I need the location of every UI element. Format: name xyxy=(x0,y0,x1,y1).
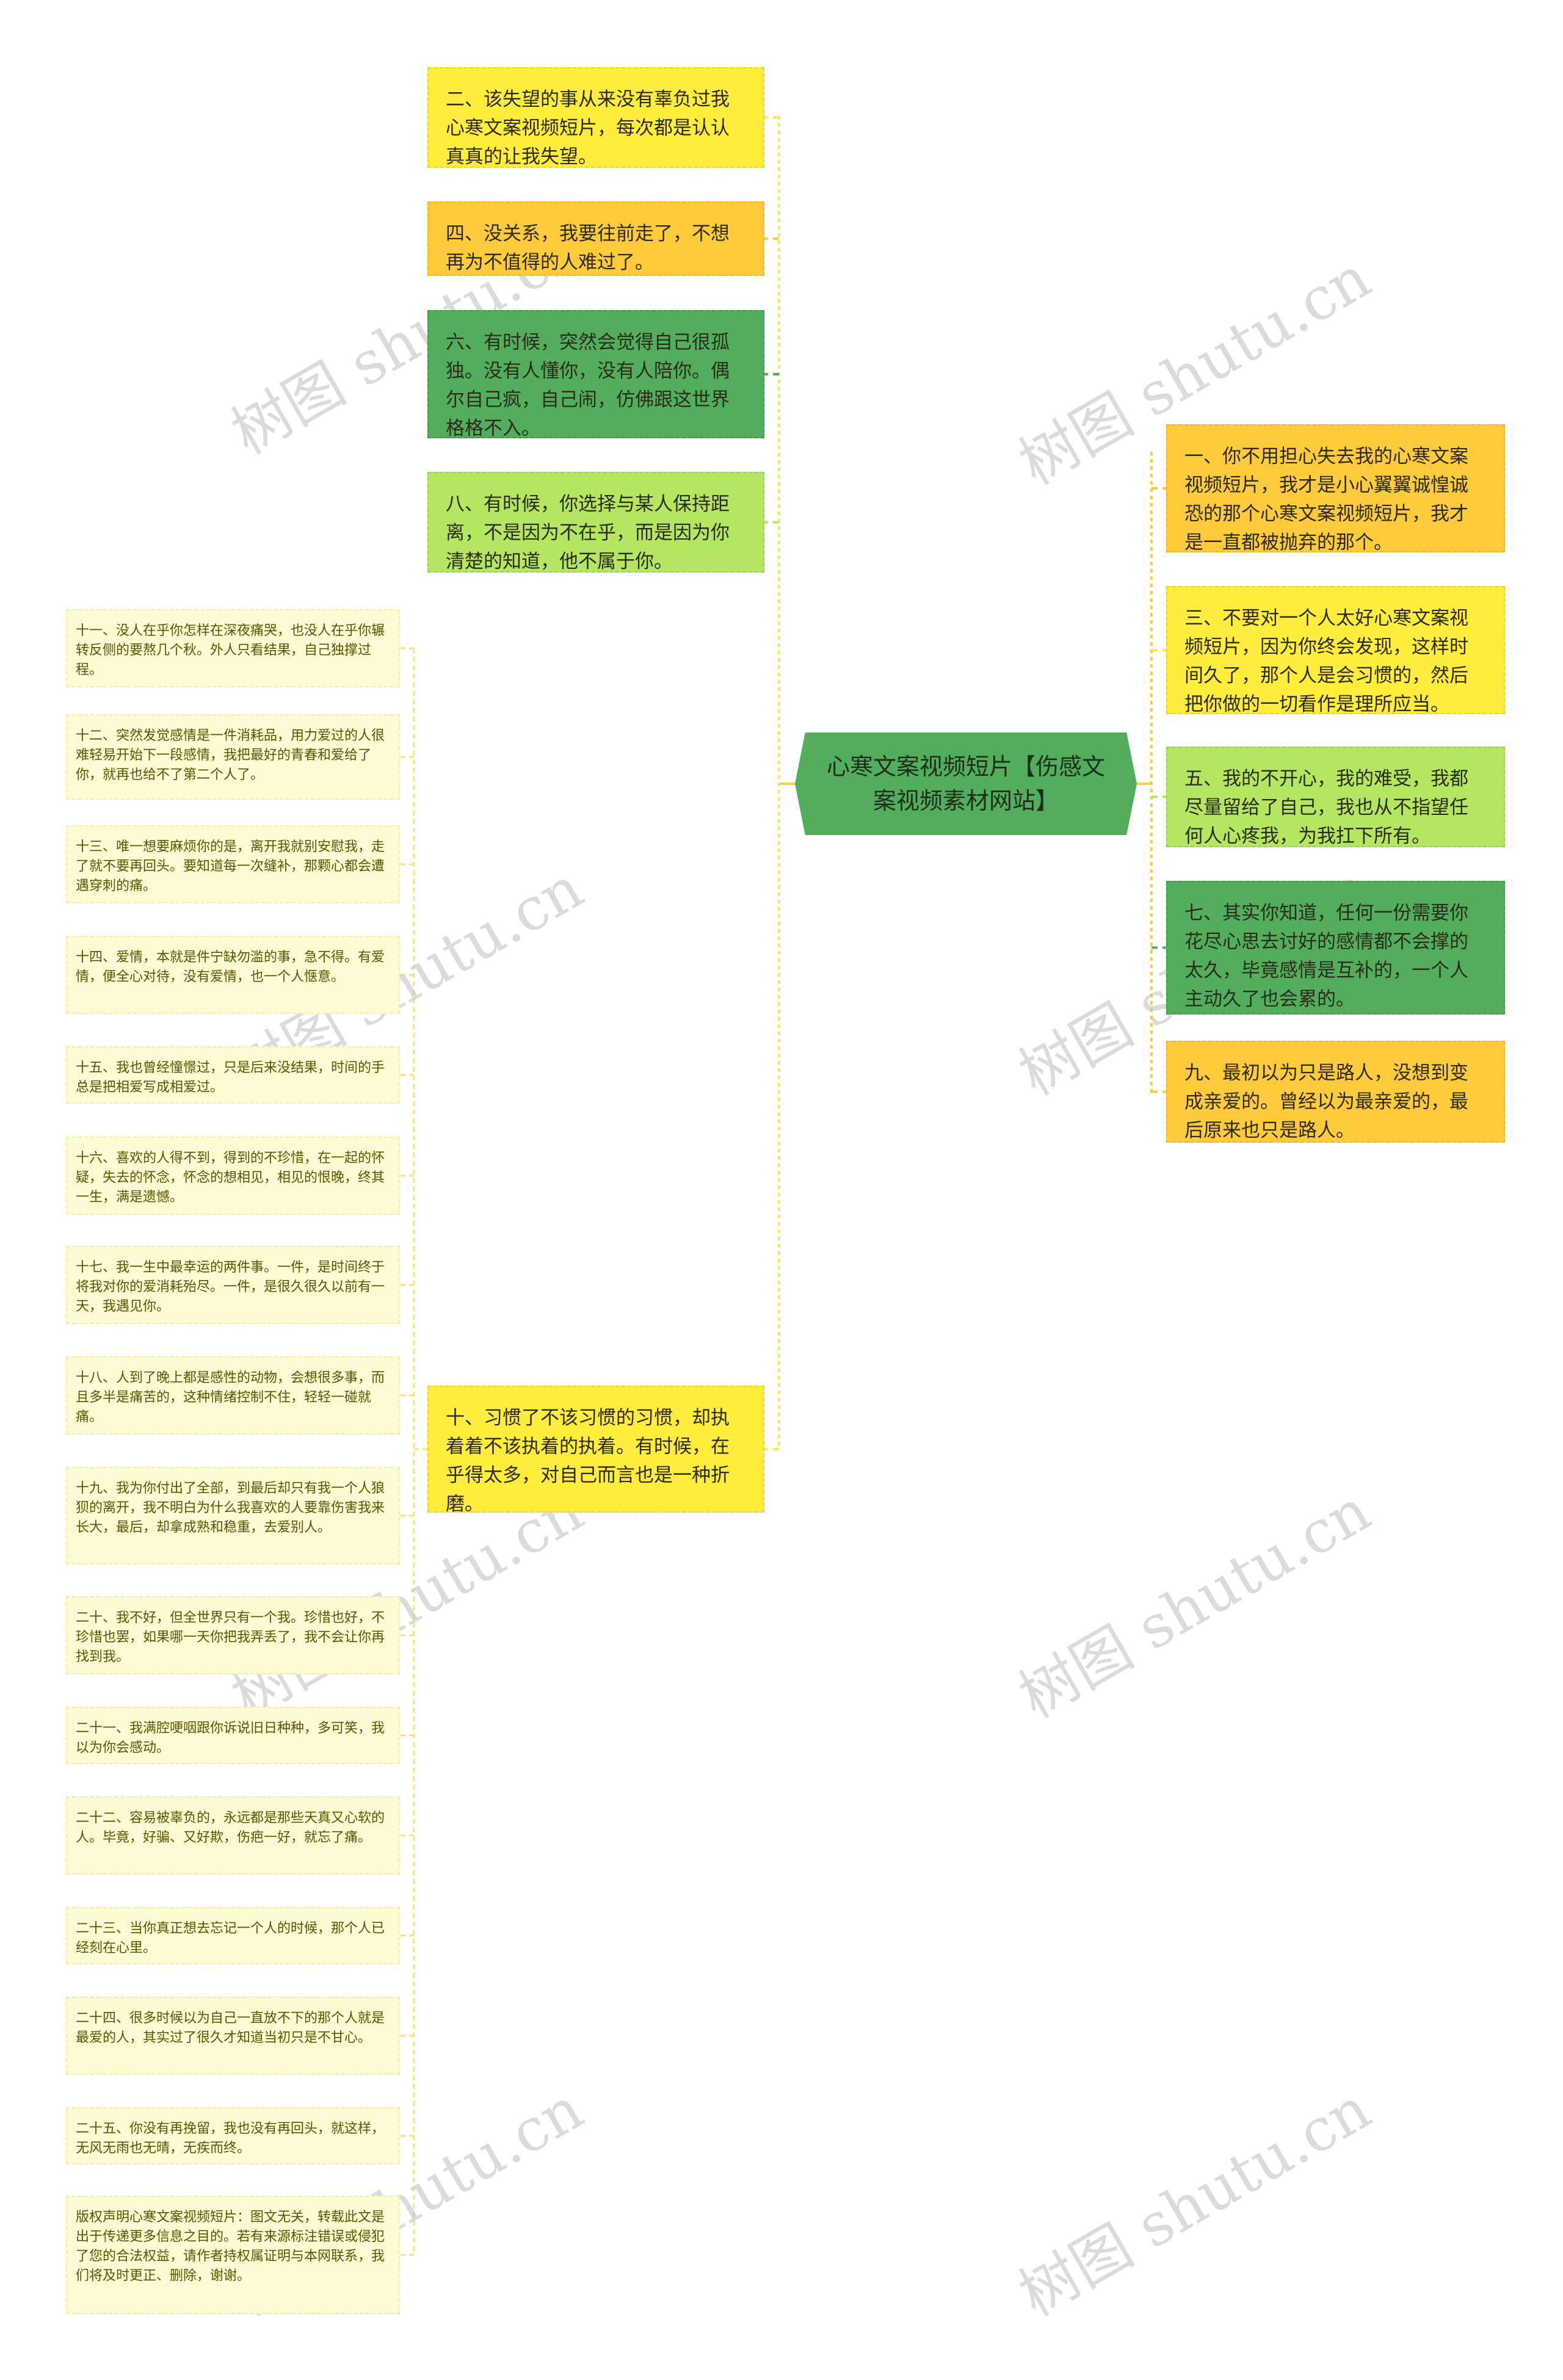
node-text: 十二、突然发觉感情是一件消耗品，用力爱过的人很难轻易开始下一段感情，我把最好的青… xyxy=(76,728,385,783)
node-text: 二、该失望的事从来没有辜负过我心寒文案视频短片，每次都是认认真真的让我失望。 xyxy=(446,89,730,168)
subtopic-node[interactable]: 十四、爱情，本就是件宁缺勿滥的事，急不得。有爱情，便全心对待，没有爱情，也一个人… xyxy=(66,936,400,1014)
node-text: 六、有时候，突然会觉得自己很孤独。没有人懂你，没有人陪你。偶尔自己疯，自己闹，仿… xyxy=(446,331,730,439)
node-text: 二十四、很多时候以为自己一直放不下的那个人就是最爱的人，其实过了很久才知道当初只… xyxy=(76,2011,385,2045)
topic-node-left[interactable]: 八、有时候，你选择与某人保持距离，不是因为不在乎，而是因为你清楚的知道，他不属于… xyxy=(427,472,764,573)
root-topic-label: 心寒文案视频短片【伤感文案视频素材网站】 xyxy=(826,753,1105,814)
subtopic-node[interactable]: 版权声明心寒文案视频短片：图文无关，转载此文是出于传递更多信息之目的。若有来源标… xyxy=(66,2196,400,2314)
node-text: 八、有时候，你选择与某人保持距离，不是因为不在乎，而是因为你清楚的知道，他不属于… xyxy=(446,493,730,573)
node-text: 三、不要对一个人太好心寒文案视频短片，因为你终会发现，这样时间久了，那个人是会习… xyxy=(1184,607,1468,715)
subtopic-node[interactable]: 二十、我不好，但全世界只有一个我。珍惜也好，不珍惜也罢，如果哪一天你把我弄丢了，… xyxy=(66,1596,400,1674)
topic-node-right[interactable]: 九、最初以为只是路人，没想到变成亲爱的。曾经以为最亲爱的，最后原来也只是路人。 xyxy=(1166,1041,1505,1143)
node-text: 四、没关系，我要往前走了，不想再为不值得的人难过了。 xyxy=(446,223,730,273)
subtopic-node[interactable]: 十七、我一生中最幸运的两件事。一件，是时间终于将我对你的爱消耗殆尽。一件，是很久… xyxy=(66,1246,400,1324)
topic-node-right[interactable]: 五、我的不开心，我的难受，我都尽量留给了自己，我也从不指望任何人心疼我，为我扛下… xyxy=(1166,747,1505,847)
watermark-text: 树图 shutu.cn xyxy=(1008,1476,1382,1732)
subtopic-node[interactable]: 十一、没人在乎你怎样在深夜痛哭，也没人在乎你辗转反侧的要熬几个秋。外人只看结果，… xyxy=(66,609,400,687)
topic-node-left[interactable]: 二、该失望的事从来没有辜负过我心寒文案视频短片，每次都是认认真真的让我失望。 xyxy=(427,67,764,168)
node-text: 十、习惯了不该习惯的习惯，却执着着不该执着的执着。有时候，在乎得太多，对自己而言… xyxy=(446,1407,730,1515)
root-topic-node[interactable]: 心寒文案视频短片【伤感文案视频素材网站】 xyxy=(795,732,1137,835)
subtopic-node[interactable]: 十八、人到了晚上都是感性的动物，会想很多事，而且多半是痛苦的，这种情绪控制不住，… xyxy=(66,1356,400,1434)
subtopic-node[interactable]: 十五、我也曾经憧憬过，只是后来没结果，时间的手总是把相爱写成相爱过。 xyxy=(66,1046,400,1104)
topic-node-right[interactable]: 三、不要对一个人太好心寒文案视频短片，因为你终会发现，这样时间久了，那个人是会习… xyxy=(1166,586,1505,715)
node-text: 九、最初以为只是路人，没想到变成亲爱的。曾经以为最亲爱的，最后原来也只是路人。 xyxy=(1184,1062,1468,1141)
node-text: 二十、我不好，但全世界只有一个我。珍惜也好，不珍惜也罢，如果哪一天你把我弄丢了，… xyxy=(76,1610,385,1665)
node-text: 十九、我为你付出了全部，到最后却只有我一个人狼狈的离开，我不明白为什么我喜欢的人… xyxy=(76,1481,385,1535)
node-text: 一、你不用担心失去我的心寒文案视频短片，我才是小心翼翼诚惶诚恐的那个心寒文案视频… xyxy=(1184,446,1468,554)
subtopic-node[interactable]: 十六、喜欢的人得不到，得到的不珍惜，在一起的怀疑，失去的怀念，怀念的想相见，相见… xyxy=(66,1137,400,1215)
node-text: 五、我的不开心，我的难受，我都尽量留给了自己，我也从不指望任何人心疼我，为我扛下… xyxy=(1184,768,1468,847)
node-text: 二十三、当你真正想去忘记一个人的时候，那个人已经刻在心里。 xyxy=(76,1921,385,1956)
subtopic-node[interactable]: 十三、唯一想要麻烦你的是，离开我就别安慰我，走了就不要再回头。要知道每一次缝补，… xyxy=(66,825,400,903)
node-text: 十三、唯一想要麻烦你的是，离开我就别安慰我，走了就不要再回头。要知道每一次缝补，… xyxy=(76,839,385,894)
node-text: 十八、人到了晚上都是感性的动物，会想很多事，而且多半是痛苦的，这种情绪控制不住，… xyxy=(76,1370,385,1425)
topic-node-left[interactable]: 四、没关系，我要往前走了，不想再为不值得的人难过了。 xyxy=(427,201,764,276)
node-text: 十一、没人在乎你怎样在深夜痛哭，也没人在乎你辗转反侧的要熬几个秋。外人只看结果，… xyxy=(76,623,385,678)
node-text: 二十二、容易被辜负的，永远都是那些天真又心软的人。毕竟，好骗、又好欺，伤疤一好，… xyxy=(76,1810,385,1845)
node-text: 二十一、我满腔哽咽跟你诉说旧日种种，多可笑，我以为你会感动。 xyxy=(76,1721,385,1756)
node-text: 十六、喜欢的人得不到，得到的不珍惜，在一起的怀疑，失去的怀念，怀念的想相见，相见… xyxy=(76,1151,385,1205)
topic-node-right[interactable]: 一、你不用担心失去我的心寒文案视频短片，我才是小心翼翼诚惶诚恐的那个心寒文案视频… xyxy=(1166,424,1505,554)
node-text: 十七、我一生中最幸运的两件事。一件，是时间终于将我对你的爱消耗殆尽。一件，是很久… xyxy=(76,1260,385,1314)
subtopic-node[interactable]: 二十五、你没有再挽留，我也没有再回头，就这样，无风无雨也无晴，无疾而终。 xyxy=(66,2107,400,2165)
subtopic-node[interactable]: 二十一、我满腔哽咽跟你诉说旧日种种，多可笑，我以为你会感动。 xyxy=(66,1707,400,1764)
node-text: 七、其实你知道，任何一份需要你花尽心思去讨好的感情都不会撑的太久，毕竟感情是互补… xyxy=(1184,902,1468,1010)
topic-node-left[interactable]: 十、习惯了不该习惯的习惯，却执着着不该执着的执着。有时候，在乎得太多，对自己而言… xyxy=(427,1386,764,1515)
subtopic-node[interactable]: 二十二、容易被辜负的，永远都是那些天真又心软的人。毕竟，好骗、又好欺，伤疤一好，… xyxy=(66,1796,400,1875)
subtopic-node[interactable]: 十九、我为你付出了全部，到最后却只有我一个人狼狈的离开，我不明白为什么我喜欢的人… xyxy=(66,1467,400,1564)
watermark-text: 树图 shutu.cn xyxy=(1008,2074,1382,2330)
subtopic-node[interactable]: 二十四、很多时候以为自己一直放不下的那个人就是最爱的人，其实过了很久才知道当初只… xyxy=(66,1997,400,2075)
node-text: 十五、我也曾经憧憬过，只是后来没结果，时间的手总是把相爱写成相爱过。 xyxy=(76,1060,385,1095)
subtopic-node[interactable]: 二十三、当你真正想去忘记一个人的时候，那个人已经刻在心里。 xyxy=(66,1907,400,1964)
node-text: 二十五、你没有再挽留，我也没有再回头，就这样，无风无雨也无晴，无疾而终。 xyxy=(76,2121,385,2156)
node-text: 版权声明心寒文案视频短片：图文无关，转载此文是出于传递更多信息之目的。若有来源标… xyxy=(76,2210,385,2284)
topic-node-left[interactable]: 六、有时候，突然会觉得自己很孤独。没有人懂你，没有人陪你。偶尔自己疯，自己闹，仿… xyxy=(427,310,764,439)
node-text: 十四、爱情，本就是件宁缺勿滥的事，急不得。有爱情，便全心对待，没有爱情，也一个人… xyxy=(76,950,385,985)
subtopic-node[interactable]: 十二、突然发觉感情是一件消耗品，用力爱过的人很难轻易开始下一段感情，我把最好的青… xyxy=(66,714,400,800)
topic-node-right[interactable]: 七、其实你知道，任何一份需要你花尽心思去讨好的感情都不会撑的太久，毕竟感情是互补… xyxy=(1166,881,1505,1015)
